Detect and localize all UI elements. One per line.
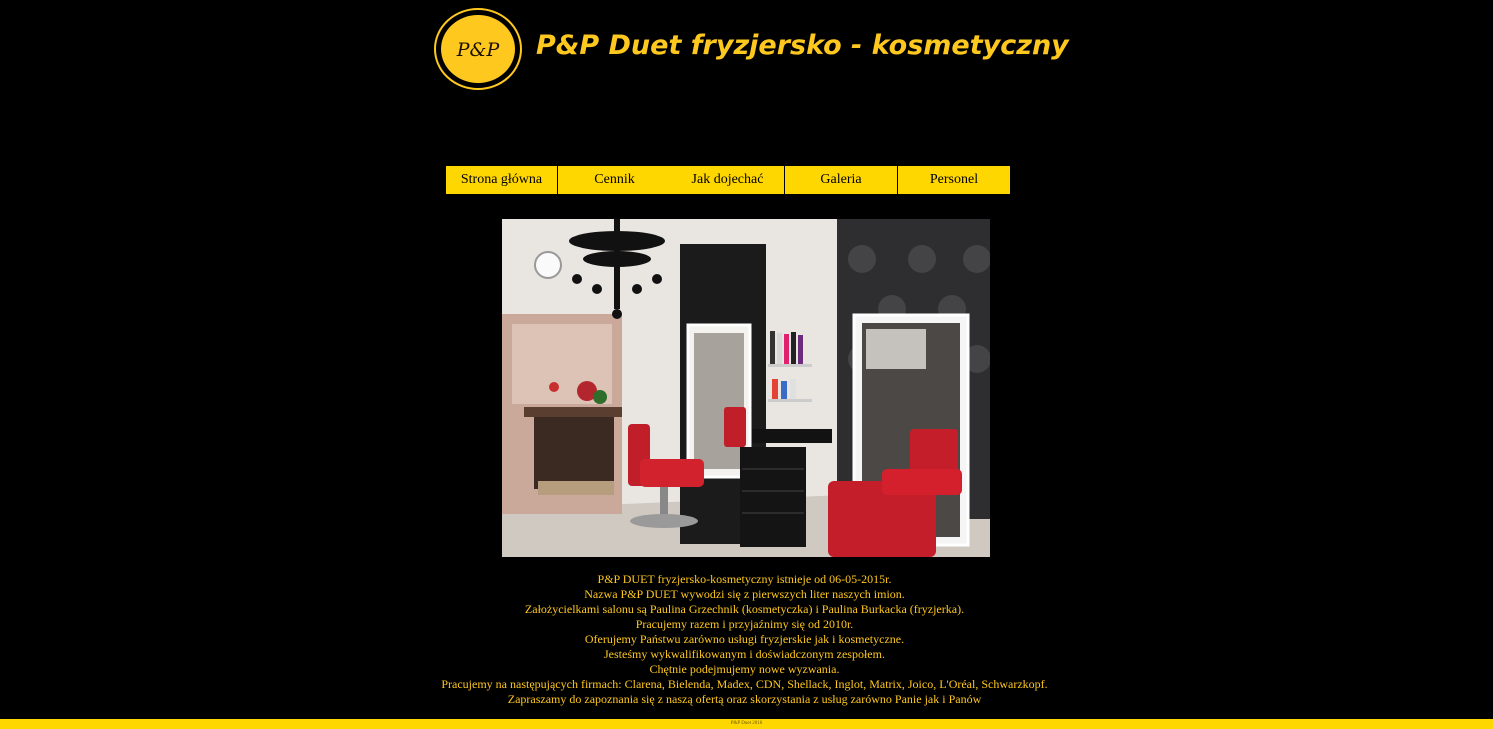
footer-text: P&P Duet 2016 — [730, 721, 763, 726]
about-line: Jesteśmy wykwalifikowanym i doświadczony… — [604, 647, 885, 661]
about-line: P&P DUET fryzjersko-kosmetyczny istnieje… — [597, 572, 892, 586]
about-line: Nazwa P&P DUET wywodzi się z pierwszych … — [584, 587, 905, 601]
about-line: Założycielkami salonu są Paulina Grzechn… — [524, 602, 965, 616]
site-title: P&P Duet fryzjersko - kosmetyczny — [536, 30, 1069, 61]
page: P&P P&P Duet fryzjersko - kosmetyczny St… — [0, 0, 1493, 729]
salon-interior-image — [502, 219, 990, 557]
about-line: Pracujemy razem i przyjaźnimy się od 201… — [635, 617, 854, 631]
about-line: Chętnie podejmujemy nowe wyzwania. — [649, 662, 840, 676]
footer: P&P Duet 2016 — [0, 719, 1493, 729]
logo-text: P&P — [456, 39, 501, 61]
logo[interactable]: P&P — [434, 8, 522, 90]
about-line: Oferujemy Państwu zarówno usługi fryzjer… — [584, 632, 905, 646]
nav-item-staff[interactable]: Personel — [898, 166, 1011, 194]
main-nav: Strona główna Cennik Jak dojechać Galeri… — [445, 166, 1011, 194]
nav-item-gallery[interactable]: Galeria — [785, 166, 898, 194]
about-line: Pracujemy na następujących firmach: Clar… — [441, 677, 1048, 691]
nav-item-directions[interactable]: Jak dojechać — [671, 166, 785, 194]
about-text: P&P DUET fryzjersko-kosmetyczny istnieje… — [300, 572, 1189, 707]
nav-item-pricing[interactable]: Cennik — [558, 166, 671, 194]
nav-item-home[interactable]: Strona główna — [445, 166, 558, 194]
about-line: Zapraszamy do zapoznania się z naszą ofe… — [507, 692, 982, 706]
